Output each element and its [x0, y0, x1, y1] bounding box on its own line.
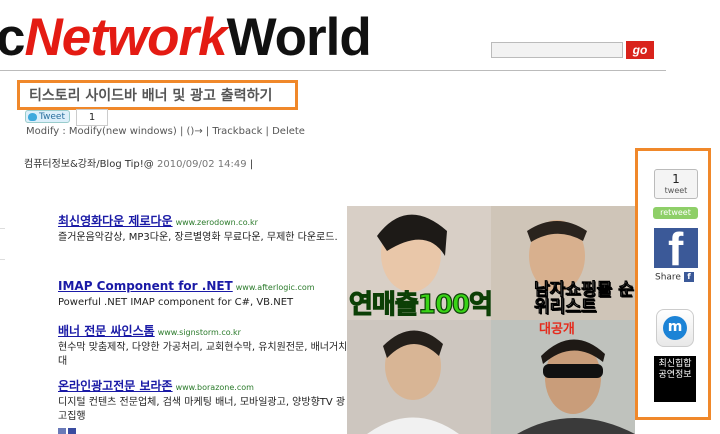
ad-url[interactable]: www.signstorm.co.kr — [158, 328, 241, 337]
facebook-letter: f — [668, 223, 684, 275]
ad-url[interactable]: www.afterlogic.com — [236, 283, 315, 292]
hiphop-badge[interactable]: 최신힙합 공연정보 — [654, 356, 696, 402]
sidebar-tweet-counter[interactable]: 1 tweet — [654, 169, 698, 199]
m-letter: m — [663, 316, 687, 340]
ad-url[interactable]: www.zerodown.co.kr — [176, 218, 258, 227]
ad-title[interactable]: 온라인광고전문 보라존 — [58, 379, 173, 393]
shopping-mall-banner[interactable]: 연매출100억 남자쇼핑몰 순위리스트 대공개 — [347, 206, 635, 434]
ad-title[interactable]: IMAP Component for .NET — [58, 279, 233, 293]
left-edge-fragment — [0, 228, 5, 260]
retweet-button[interactable]: retweet — [653, 207, 698, 219]
ad-description: Powerful .NET IMAP component for C#, VB.… — [58, 297, 294, 308]
ad-url[interactable]: www.borazone.com — [176, 383, 254, 392]
ad-title[interactable]: 최신영화다운 제로다운 — [58, 214, 173, 228]
logo-network: Network — [24, 8, 227, 67]
ad-description: 디지털 컨텐츠 전문업체, 검색 마케팅 배너, 모바일광고, 양방향TV 광고… — [58, 397, 346, 422]
twitter-bird-icon — [28, 113, 37, 121]
banner-red-text: 대공개 — [539, 322, 575, 337]
post-date: 2010/09/02 14:49 — [156, 159, 247, 170]
post-meta: 컴퓨터정보&강좌/Blog Tip!@ 2010/09/02 14:49 | — [24, 155, 253, 170]
tweet-button[interactable]: Tweet — [25, 110, 70, 123]
facebook-share-link[interactable]: Share f — [655, 272, 694, 283]
header-divider — [0, 70, 666, 71]
facebook-icon[interactable]: f — [654, 224, 698, 274]
ad-title[interactable]: 배너 전문 싸인스톰 — [58, 324, 155, 338]
ad-item[interactable]: IMAP Component for .NET www.afterlogic.co… — [58, 275, 348, 310]
sidebar-tweet-label: tweet — [664, 186, 688, 195]
go-button[interactable]: go — [626, 41, 654, 59]
post-title[interactable]: 티스토리 사이드바 배너 및 광고 출력하기 — [29, 85, 272, 105]
sidebar-tweet-count: 1 — [672, 172, 680, 186]
share-label: Share — [655, 272, 681, 283]
post-actions[interactable]: Modify : Modify(new windows) | ()→ | Tra… — [26, 126, 305, 137]
ad-description: 즐거운음악감상, MP3다운, 장르별영화 무료다운, 무제한 다운로드. — [58, 232, 338, 243]
site-logo[interactable]: cNetworkWorld — [0, 8, 372, 68]
ad-footer-icon — [68, 428, 76, 434]
search-input[interactable] — [491, 42, 623, 58]
banner-headline: 연매출100억 — [348, 289, 493, 320]
logo-prefix: c — [0, 8, 26, 67]
ad-item[interactable]: 최신영화다운 제로다운 www.zerodown.co.kr 즐거운음악감상, M… — [58, 210, 348, 245]
post-category[interactable]: 컴퓨터정보&강좌/Blog Tip!@ — [24, 159, 154, 170]
ad-item[interactable]: 배너 전문 싸인스톰 www.signstorm.co.kr 현수막 맞춤제작, … — [58, 320, 348, 369]
tweet-count: 1 — [76, 109, 108, 126]
logo-world: World — [226, 8, 372, 67]
ad-item[interactable]: 온라인광고전문 보라존 www.borazone.com 디지털 컨텐츠 전문업체… — [58, 375, 348, 424]
meta-separator: | — [249, 159, 254, 170]
ad-footer-icon — [58, 428, 66, 434]
ad-description: 현수막 맞춤제작, 다양한 가공처리, 교회현수막, 유치원전문, 배너거치대 — [58, 342, 348, 367]
facebook-mini-icon: f — [683, 272, 694, 282]
tweet-button-label: Tweet — [39, 112, 65, 122]
mixsh-icon[interactable]: m — [656, 309, 694, 347]
banner-side-text: 남자쇼핑몰 순위리스트 — [534, 280, 634, 317]
